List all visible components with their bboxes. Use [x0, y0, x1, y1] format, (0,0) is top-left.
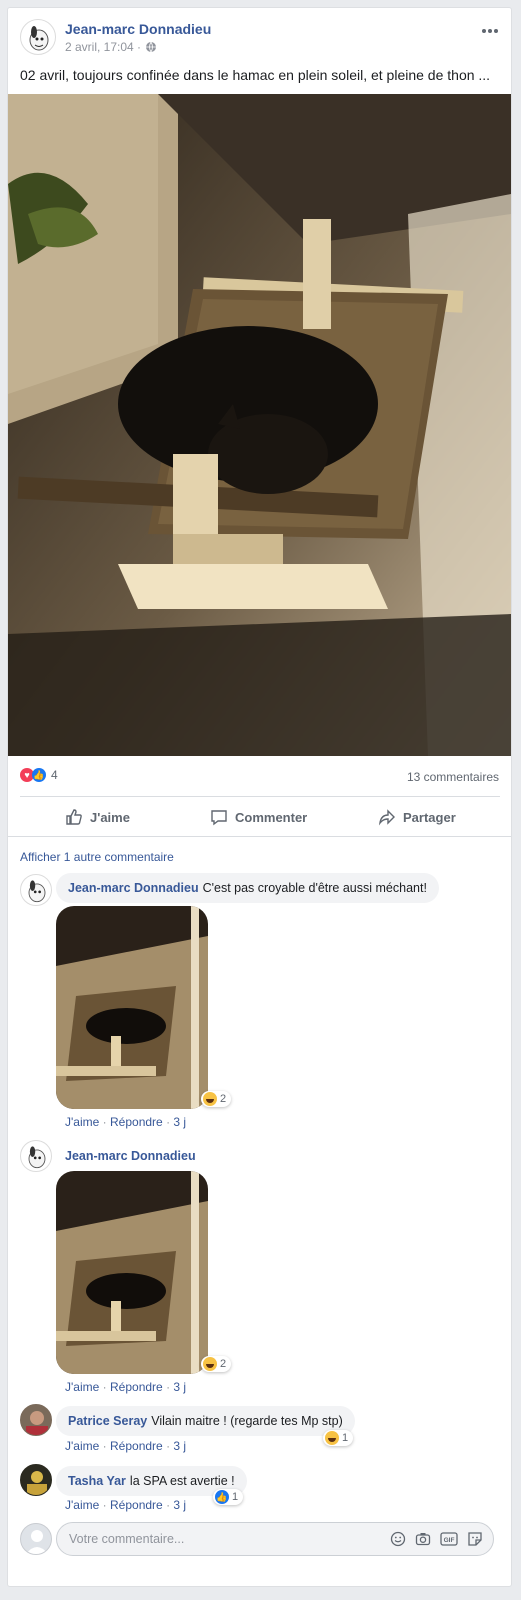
- separator: ·: [102, 1115, 107, 1129]
- comment-bubble: Patrice Seray Vilain maitre ! (regarde te…: [56, 1406, 355, 1436]
- more-options-icon[interactable]: [481, 22, 499, 40]
- comment-photo[interactable]: [56, 1171, 208, 1374]
- haha-reaction-icon: [203, 1092, 217, 1106]
- commenter-name[interactable]: Jean-marc Donnadieu: [68, 881, 199, 895]
- comment-reply-link[interactable]: Répondre: [110, 1115, 163, 1129]
- comment-actions: J'aime · Répondre · 3 j: [65, 1498, 186, 1512]
- comment-age[interactable]: 3 j: [173, 1115, 186, 1129]
- user-avatar[interactable]: [20, 1523, 52, 1555]
- commenter-avatar[interactable]: [20, 1464, 52, 1496]
- post-author-name[interactable]: Jean-marc Donnadieu: [65, 21, 211, 37]
- comment-reaction-pill[interactable]: 1: [323, 1430, 354, 1446]
- separator: ·: [166, 1498, 171, 1512]
- comment-reply-link[interactable]: Répondre: [110, 1380, 163, 1394]
- comment-reaction-count: 2: [220, 1093, 227, 1105]
- comments-count[interactable]: 13 commentaires: [407, 770, 499, 784]
- comment-reaction-count: 2: [220, 1358, 227, 1370]
- thumbs-up-icon: [66, 809, 82, 825]
- comment-button[interactable]: Commenter: [210, 808, 307, 826]
- post-text: 02 avril, toujours confinée dans le hama…: [20, 67, 491, 83]
- haha-reaction-icon: [203, 1357, 217, 1371]
- comment-reaction-pill[interactable]: 👍 1: [213, 1489, 244, 1505]
- post-card: Jean-marc Donnadieu 2 avril, 17:04 · 02 …: [7, 7, 512, 1587]
- like-reaction-icon: 👍: [215, 1490, 229, 1504]
- camera-icon[interactable]: [415, 1531, 431, 1547]
- separator: ·: [166, 1439, 171, 1453]
- comment-reaction-count: 1: [342, 1432, 349, 1444]
- comment-reaction-pill[interactable]: 2: [201, 1356, 232, 1372]
- post-timestamp-row: 2 avril, 17:04 ·: [65, 40, 157, 54]
- like-reaction-icon: 👍: [32, 768, 46, 782]
- comment-like-link[interactable]: J'aime: [65, 1439, 99, 1453]
- post-timestamp[interactable]: 2 avril, 17:04 ·: [65, 40, 141, 54]
- reaction-summary[interactable]: ♥ 👍 4: [20, 768, 58, 782]
- commenter-name[interactable]: Patrice Seray: [68, 1414, 147, 1428]
- comment-age[interactable]: 3 j: [173, 1439, 186, 1453]
- comment-like-link[interactable]: J'aime: [65, 1498, 99, 1512]
- composer-tools: GIF: [390, 1531, 483, 1547]
- post-photo[interactable]: [8, 94, 511, 756]
- comment-composer[interactable]: Votre commentaire... GIF: [56, 1522, 494, 1556]
- more-comments-link[interactable]: Afficher 1 autre commentaire: [20, 850, 174, 864]
- comment-label: Commenter: [235, 809, 308, 825]
- separator: ·: [102, 1439, 107, 1453]
- haha-reaction-icon: [325, 1431, 339, 1445]
- comment-reply-link[interactable]: Répondre: [110, 1498, 163, 1512]
- commenter-name[interactable]: Tasha Yar: [68, 1474, 126, 1488]
- comment-icon: [211, 810, 227, 826]
- svg-text:GIF: GIF: [444, 1537, 455, 1544]
- globe-icon: [146, 41, 157, 53]
- comment-age[interactable]: 3 j: [173, 1498, 186, 1512]
- emoji-icon[interactable]: [390, 1531, 406, 1547]
- gif-icon[interactable]: GIF: [440, 1531, 458, 1547]
- comment-actions: J'aime · Répondre · 3 j: [65, 1439, 186, 1453]
- commenter-avatar[interactable]: [20, 874, 52, 906]
- comment-text: la SPA est avertie !: [129, 1474, 235, 1488]
- commenter-name[interactable]: Jean-marc Donnadieu: [65, 1149, 196, 1163]
- comment-photo[interactable]: [56, 906, 208, 1109]
- like-button[interactable]: J'aime: [65, 808, 130, 826]
- comment-bubble: Jean-marc Donnadieu C'est pas croyable d'…: [56, 873, 439, 903]
- comment-like-link[interactable]: J'aime: [65, 1380, 99, 1394]
- comment-reply-link[interactable]: Répondre: [110, 1439, 163, 1453]
- commenter-avatar[interactable]: [20, 1140, 52, 1172]
- share-icon: [378, 809, 395, 826]
- comment-text: Vilain maitre ! (regarde tes Mp stp): [151, 1414, 343, 1428]
- author-avatar[interactable]: [20, 19, 56, 55]
- comment-reaction-count: 1: [232, 1491, 239, 1503]
- like-label: J'aime: [90, 809, 130, 825]
- comment-actions: J'aime · Répondre · 3 j: [65, 1380, 186, 1394]
- comment-like-link[interactable]: J'aime: [65, 1115, 99, 1129]
- comment-text: C'est pas croyable d'être aussi méchant!: [202, 881, 427, 895]
- divider: [20, 796, 500, 797]
- reaction-count: 4: [51, 768, 58, 782]
- comment-actions: J'aime · Répondre · 3 j: [65, 1115, 186, 1129]
- divider: [8, 836, 511, 837]
- share-button[interactable]: Partager: [378, 808, 456, 826]
- separator: ·: [166, 1115, 171, 1129]
- separator: ·: [102, 1380, 107, 1394]
- share-label: Partager: [403, 809, 456, 825]
- comment-age[interactable]: 3 j: [173, 1380, 186, 1394]
- commenter-avatar[interactable]: [20, 1404, 52, 1436]
- sticker-icon[interactable]: [467, 1531, 483, 1547]
- separator: ·: [102, 1498, 107, 1512]
- separator: ·: [166, 1380, 171, 1394]
- comment-input-placeholder[interactable]: Votre commentaire...: [69, 1532, 184, 1546]
- comment-reaction-pill[interactable]: 2: [201, 1091, 232, 1107]
